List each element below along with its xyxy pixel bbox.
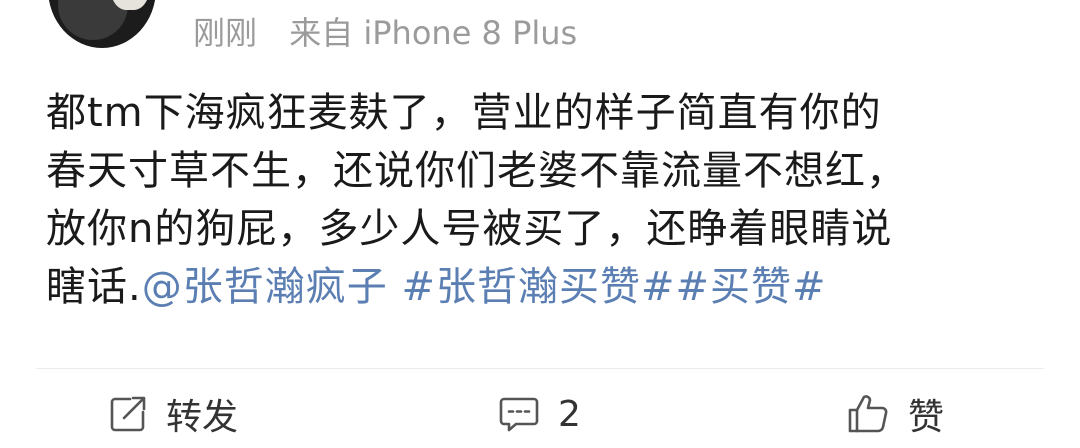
content-line-3: 放你n的狗屁，多少人号被买了，还睁着眼睛说 [46, 206, 893, 252]
action-bar: 转发 2 赞 [0, 380, 1080, 448]
post-time: 刚刚 [193, 14, 258, 52]
mention-link[interactable]: @张哲瀚疯子 [142, 264, 388, 310]
topic-link-1[interactable]: #张哲瀚买赞# [401, 264, 675, 310]
like-label: 赞 [908, 397, 945, 438]
weibo-post: 刚刚 来自 iPhone 8 Plus 都tm下海疯狂麦麸了，营业的样子简直有你… [0, 0, 1080, 448]
content-line-2: 春天寸草不生，还说你们老婆不靠流量不想红， [46, 148, 907, 194]
repost-button[interactable]: 转发 [108, 380, 238, 448]
post-meta: 刚刚 来自 iPhone 8 Plus [193, 14, 599, 52]
content-tail: 瞎话. [46, 264, 142, 310]
content-line-1: 都tm下海疯狂麦麸了，营业的样子简直有你的 [46, 90, 882, 136]
comment-button[interactable]: 2 [498, 380, 581, 448]
repost-label: 转发 [166, 397, 239, 438]
like-button[interactable]: 赞 [846, 380, 944, 448]
topic-link-2[interactable]: #买赞# [675, 264, 826, 310]
comment-icon [498, 394, 540, 434]
post-content: 都tm下海疯狂麦麸了，营业的样子简直有你的 春天寸草不生，还说你们老婆不靠流量不… [46, 84, 1046, 316]
thumbs-up-icon [846, 393, 890, 435]
divider [36, 368, 1044, 369]
repost-icon [108, 394, 148, 434]
comment-count: 2 [558, 393, 581, 435]
content-line-4: 瞎话.@张哲瀚疯子 #张哲瀚买赞##买赞# [46, 258, 1046, 316]
avatar[interactable] [48, 0, 156, 48]
post-source: 来自 iPhone 8 Plus [289, 14, 578, 52]
